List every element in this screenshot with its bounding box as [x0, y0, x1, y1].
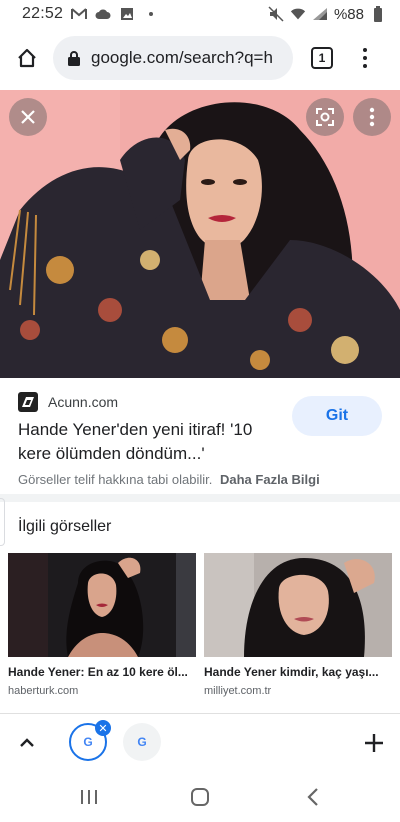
tab-switcher-button[interactable]: 1 [311, 47, 333, 69]
recent-apps-button[interactable] [76, 784, 102, 810]
related-heading: İlgili görseller [18, 518, 112, 535]
status-bar: 22:52 %88 [0, 0, 400, 28]
close-icon [21, 110, 35, 124]
mute-icon [268, 6, 284, 22]
chevron-up-icon[interactable] [16, 732, 38, 754]
signal-icon [312, 6, 328, 22]
hero-image[interactable] [0, 90, 400, 378]
system-nav-bar [0, 772, 400, 822]
hero-photo [0, 90, 400, 378]
related-caption: Hande Yener kimdir, kaç yaşı... [204, 665, 379, 679]
related-thumbnail [204, 553, 392, 657]
more-vert-icon [369, 107, 375, 127]
back-chevron-icon [307, 788, 318, 806]
visit-button[interactable]: Git [292, 396, 382, 436]
related-item[interactable]: Hande Yener: En az 10 kere öl... habertu… [8, 553, 196, 697]
acunn-logo-icon [18, 392, 38, 412]
gallery-icon [119, 6, 135, 22]
gmail-icon [71, 6, 88, 22]
close-image-button[interactable] [9, 98, 47, 136]
source-row: Acunn.com [18, 392, 118, 412]
google-tab-icon: G [137, 735, 147, 749]
related-domain: haberturk.com [8, 685, 79, 697]
dot-icon [143, 6, 159, 22]
source-name: Acunn.com [48, 394, 119, 410]
google-tab-icon: G [83, 735, 93, 749]
browser-toolbar: google.com/search?q=h 1 [0, 30, 400, 86]
image-menu-button[interactable] [353, 98, 391, 136]
copyright-text: Görseller telif hakkına tabi olabilir. [18, 472, 213, 487]
bottom-tab-strip: G ✕ G [0, 713, 400, 771]
url-text: google.com/search?q=h [91, 48, 273, 67]
battery-percent: %88 [333, 5, 364, 23]
edge-handle[interactable] [0, 498, 5, 546]
result-title[interactable]: Hande Yener'den yeni itiraf! '10 kere öl… [18, 418, 280, 466]
battery-icon [370, 6, 386, 22]
home-button[interactable] [7, 38, 47, 78]
back-nav-button[interactable] [300, 784, 326, 810]
overflow-menu-button[interactable] [355, 38, 375, 78]
copyright-notice: Görseller telif hakkına tabi olabilir. D… [18, 472, 320, 487]
new-tab-plus-icon[interactable] [362, 731, 386, 755]
related-caption: Hande Yener: En az 10 kere öl... [8, 665, 188, 679]
recent-apps-icon [81, 790, 97, 804]
home-icon [18, 48, 36, 68]
wifi-icon [290, 6, 306, 22]
tab-google[interactable]: G [123, 723, 161, 761]
status-time: 22:52 [22, 5, 64, 22]
related-domain: milliyet.com.tr [204, 685, 272, 697]
cloud-icon [95, 6, 111, 22]
home-nav-button[interactable] [187, 784, 213, 810]
home-square-icon [191, 788, 209, 806]
related-item[interactable]: Hande Yener kimdir, kaç yaşı... milliyet… [204, 553, 392, 697]
more-info-link[interactable]: Daha Fazla Bilgi [220, 472, 320, 487]
lock-icon [68, 51, 80, 66]
section-divider [0, 494, 400, 502]
lens-icon [316, 108, 334, 126]
tab-close-button[interactable]: ✕ [95, 720, 111, 736]
related-thumbnail [8, 553, 196, 657]
omnibox[interactable]: google.com/search?q=h [53, 36, 293, 80]
lens-search-button[interactable] [306, 98, 344, 136]
